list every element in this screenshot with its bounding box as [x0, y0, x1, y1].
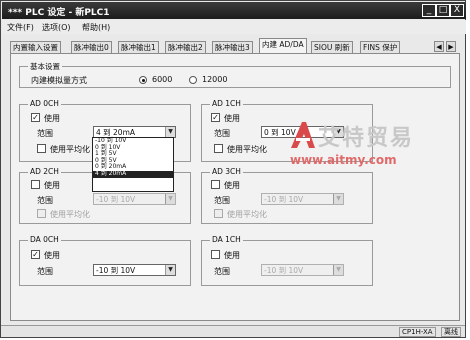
tab-pulse-output-0[interactable]: 脉冲输出0 [71, 41, 112, 53]
ad3-title: AD 3CH [210, 167, 243, 176]
ad0-range-label: 范围 [37, 129, 53, 138]
ad2-average-checkbox [37, 209, 46, 218]
tab-siou-refresh[interactable]: SIOU 刷新 [311, 41, 353, 53]
analog-mode-label: 内建模拟量方式 [31, 76, 87, 85]
basic-settings-title: 基本设置 [28, 61, 62, 72]
ad1-use-checkbox[interactable]: ✓ [211, 113, 220, 122]
da0-use-checkbox[interactable]: ✓ [31, 250, 40, 259]
ad1-range-label: 范围 [214, 129, 230, 138]
watermark-title: 艾特贸易 [318, 126, 415, 151]
da0-group: DA 0CH [19, 235, 191, 286]
ad2-range-label: 范围 [37, 196, 53, 205]
chevron-down-icon: ▼ [333, 194, 343, 204]
tab-scroll-right-icon[interactable]: ▶ [446, 41, 456, 52]
chevron-down-icon[interactable]: ▼ [165, 265, 175, 275]
ad3-average-checkbox [214, 209, 223, 218]
status-connection-mode: 离线 [441, 327, 461, 337]
ad3-range-select: -10 到 10V ▼ [261, 193, 344, 205]
ad0-average-checkbox[interactable] [37, 144, 46, 153]
minimize-button[interactable]: _ [422, 4, 436, 17]
mode-12000-radio[interactable] [189, 76, 197, 84]
da0-range-label: 范围 [37, 267, 53, 276]
ad0-average-label: 使用平均化 [50, 145, 90, 154]
ad3-range-label: 范围 [214, 196, 230, 205]
tab-scroll-left-icon[interactable]: ◀ [434, 41, 444, 52]
window-title: *** PLC 设定 - 新PLC1 [8, 8, 110, 18]
ad0-use-label: 使用 [44, 114, 60, 123]
da1-range-select: -10 到 10V ▼ [261, 264, 344, 276]
tab-pulse-output-2[interactable]: 脉冲输出2 [165, 41, 206, 53]
ad0-use-checkbox[interactable]: ✓ [31, 113, 40, 122]
ad1-use-label: 使用 [224, 114, 240, 123]
chevron-down-icon[interactable]: ▼ [165, 127, 175, 137]
ad3-range-value: -10 到 10V [264, 195, 304, 204]
mode-6000-label: 6000 [152, 75, 173, 84]
da1-range-label: 范围 [214, 267, 230, 276]
da0-range-value: -10 到 10V [96, 266, 136, 275]
range-option-selected[interactable]: 4 到 20mA [93, 170, 173, 178]
menu-file[interactable]: 文件(F) [7, 22, 34, 33]
mode-12000-label: 12000 [202, 75, 228, 84]
tab-pulse-output-3[interactable]: 脉冲输出3 [212, 41, 253, 53]
chevron-down-icon: ▼ [333, 265, 343, 275]
ad3-average-label: 使用平均化 [227, 210, 267, 219]
ad2-use-label: 使用 [44, 181, 60, 190]
ad0-range-value: 4 到 20mA [96, 128, 136, 137]
menu-help[interactable]: 帮助(H) [82, 22, 110, 33]
ad2-average-label: 使用平均化 [50, 210, 90, 219]
ad2-range-value: -10 到 10V [96, 195, 136, 204]
maximize-button[interactable]: □ [436, 4, 450, 17]
ad1-average-label: 使用平均化 [227, 145, 267, 154]
ad1-title: AD 1CH [210, 99, 243, 108]
ad2-use-checkbox[interactable] [31, 180, 40, 189]
tab-builtin-input[interactable]: 内置输入设置 [10, 41, 61, 53]
status-plc-model: CP1H-XA [399, 327, 436, 337]
menu-bar: 文件(F) 选项(O) 帮助(H) [2, 20, 466, 34]
da1-use-checkbox[interactable] [211, 250, 220, 259]
menu-options[interactable]: 选项(O) [42, 22, 71, 33]
close-button[interactable]: X [450, 4, 464, 17]
status-bar: CP1H-XA 离线 [1, 325, 465, 337]
da1-range-value: -10 到 10V [264, 266, 304, 275]
ad2-title: AD 2CH [28, 167, 61, 176]
ad3-use-label: 使用 [224, 181, 240, 190]
da0-range-select[interactable]: -10 到 10V ▼ [93, 264, 176, 276]
da1-group: DA 1CH [201, 235, 373, 286]
ad1-average-checkbox[interactable] [214, 144, 223, 153]
ad0-range-dropdown-list: -10 到 10V 0 到 10V 1 到 5V 0 到 5V 0 到 20mA… [92, 137, 174, 192]
tab-strip: 内置输入设置 脉冲输出0 脉冲输出1 脉冲输出2 脉冲输出3 内建 AD/DA … [10, 38, 460, 53]
tab-pulse-output-1[interactable]: 脉冲输出1 [118, 41, 159, 53]
ad-da-panel: 基本设置 内建模拟量方式 6000 12000 AD 0CH ✓ 使用 范围 4… [10, 53, 460, 321]
da0-use-label: 使用 [44, 251, 60, 260]
watermark-logo-icon [291, 122, 315, 148]
ad0-title: AD 0CH [28, 99, 61, 108]
da1-title: DA 1CH [210, 235, 243, 244]
title-bar[interactable]: *** PLC 设定 - 新PLC1 _ □ X [2, 2, 466, 19]
ad3-use-checkbox[interactable] [211, 180, 220, 189]
da1-use-label: 使用 [224, 251, 240, 260]
da0-title: DA 0CH [28, 235, 61, 244]
tab-builtin-ad-da[interactable]: 内建 AD/DA [259, 38, 307, 53]
mode-6000-radio[interactable] [139, 76, 147, 84]
tab-fins-protect[interactable]: FINS 保护 [360, 41, 401, 53]
ad2-range-select: -10 到 10V ▼ [93, 193, 176, 205]
watermark-url: www.aitmy.com [290, 153, 397, 167]
chevron-down-icon: ▼ [165, 194, 175, 204]
